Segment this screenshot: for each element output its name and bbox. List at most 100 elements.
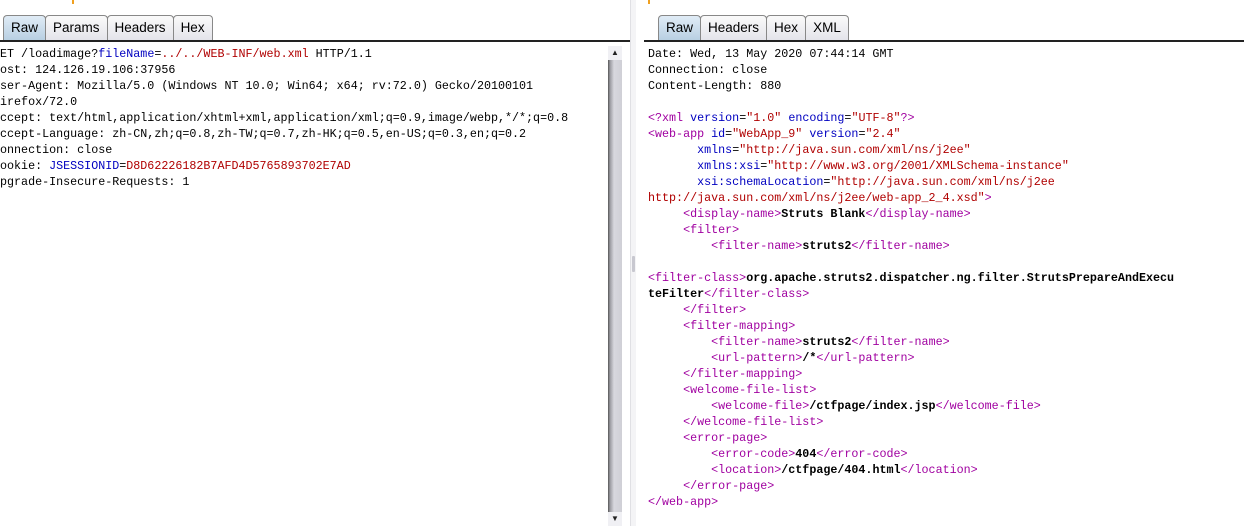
text-line [648,254,1244,270]
scroll-down-icon[interactable]: ▼ [608,512,622,526]
request-editor[interactable]: GET /loadimage?fileName=../../WEB-INF/we… [0,46,608,526]
splitter-grip-icon[interactable] [632,256,635,272]
text-line: User-Agent: Mozilla/5.0 (Windows NT 10.0… [0,78,608,94]
tab-hex[interactable]: Hex [766,15,807,40]
text-segment: ../../WEB-INF/web.xml [161,47,309,61]
text-segment: </url-pattern> [816,351,915,365]
text-segment: <filter-mapping> [683,319,796,333]
text-line: <display-name>Struts Blank</display-name… [648,206,1244,222]
text-segment: Struts Blank [781,207,866,221]
tab-divider [644,40,1244,43]
text-line: teFilter</filter-class> [648,286,1244,302]
text-segment [648,431,683,445]
text-segment: <filter> [683,223,740,237]
response-editor[interactable]: Date: Wed, 13 May 2020 07:44:14 GMT Conne… [648,46,1244,526]
tab-headers[interactable]: Headers [106,15,174,40]
text-segment: /* [802,351,817,365]
text-line: http://java.sun.com/xml/ns/j2ee/web-app_… [648,190,1244,206]
text-segment: teFilter [648,287,705,301]
text-line: <error-code>404</error-code> [648,446,1244,462]
text-segment: Content-Length: 880 [648,79,782,93]
text-segment: 404 [795,447,817,461]
text-segment: Host: 124.126.19.106:37956 [0,63,176,77]
text-segment: </error-code> [816,447,908,461]
text-segment: <error-code> [711,447,796,461]
text-segment [648,367,683,381]
text-line: Host: 124.126.19.106:37956 [0,62,608,78]
text-segment: Upgrade-Insecure-Requests: 1 [0,175,190,189]
text-line: Firefox/72.0 [0,94,608,110]
text-segment: xmlns:xsi [697,159,761,173]
text-segment [648,223,683,237]
text-segment: <filter-class> [648,271,747,285]
text-line: xsi:schemaLocation="http://java.sun.com/… [648,174,1244,190]
indicator-mark [72,0,74,4]
text-segment [648,399,711,413]
text-segment [648,175,697,189]
tab-raw[interactable]: Raw [3,15,47,40]
text-segment: <filter-name> [711,239,803,253]
text-line: <filter-mapping> [648,318,1244,334]
text-segment: struts2 [802,335,852,349]
text-line: xmlns="http://java.sun.com/xml/ns/j2ee" [648,142,1244,158]
text-segment [648,479,683,493]
text-segment: org.apache.struts2.dispatcher.ng.filter.… [746,271,1175,285]
text-segment: </display-name> [865,207,971,221]
text-segment [648,239,711,253]
text-segment: <web-app [648,127,712,141]
text-segment [648,159,697,173]
tab-hex[interactable]: Hex [172,15,213,40]
text-segment: Cookie: [0,159,43,173]
text-line: Cookie: JSESSIONID=D8D62226182B7AFD4D576… [0,158,608,174]
text-segment [648,415,683,429]
text-segment: </filter-name> [851,335,950,349]
text-segment: xmlns [697,143,733,157]
response-pane: Raw Headers Hex XML Date: Wed, 13 May 2020 … [636,0,1244,526]
text-segment: id [711,127,726,141]
text-segment: ?> [900,111,915,125]
text-segment: Connection: close [648,63,768,77]
text-line: <filter-name>struts2</filter-name> [648,238,1244,254]
text-line: <location>/ctfpage/404.html</location> [648,462,1244,478]
tab-divider [0,40,630,43]
text-segment: </filter-mapping> [683,367,803,381]
text-segment: </filter-class> [704,287,810,301]
text-line: <url-pattern>/*</url-pattern> [648,350,1244,366]
text-segment: HTTP/1.1 [308,47,372,61]
request-scrollbar[interactable]: ▲ ▼ [608,46,622,526]
text-line: <welcome-file-list> [648,382,1244,398]
scroll-up-icon[interactable]: ▲ [608,46,622,60]
text-line: xmlns:xsi="http://www.w3.org/2001/XMLSch… [648,158,1244,174]
text-line: <welcome-file>/ctfpage/index.jsp</welcom… [648,398,1244,414]
text-segment: "UTF-8" [851,111,901,125]
text-segment: "2.4" [865,127,901,141]
tab-xml[interactable]: XML [805,15,849,40]
text-line: <filter-class>org.apache.struts2.dispatc… [648,270,1244,286]
text-segment: "WebApp_9" [732,127,803,141]
text-line [648,94,1244,110]
text-line: </web-app> [648,494,1244,510]
text-segment: <welcome-file-list> [683,383,817,397]
text-segment: version [809,127,859,141]
text-segment [648,383,683,397]
text-line: <filter> [648,222,1244,238]
text-segment: /ctfpage/404.html [781,463,901,477]
text-segment: <error-page> [683,431,768,445]
text-line: Accept: text/html,application/xhtml+xml,… [0,110,608,126]
text-segment: </filter> [683,303,747,317]
text-segment: Firefox/72.0 [0,95,78,109]
text-segment: Date: Wed, 13 May 2020 07:44:14 GMT [648,47,894,61]
text-segment [648,335,711,349]
text-segment: version [690,111,740,125]
text-segment: </error-page> [683,479,775,493]
text-segment [648,463,711,477]
text-line: Accept-Language: zh-CN,zh;q=0.8,zh-TW;q=… [0,126,608,142]
tab-params[interactable]: Params [45,15,108,40]
text-segment: <location> [711,463,782,477]
tab-raw[interactable]: Raw [658,15,702,40]
text-segment [648,351,711,365]
text-line: <error-page> [648,430,1244,446]
text-line: Content-Length: 880 [648,78,1244,94]
text-line: Connection: close [0,142,608,158]
tab-headers[interactable]: Headers [700,15,768,40]
